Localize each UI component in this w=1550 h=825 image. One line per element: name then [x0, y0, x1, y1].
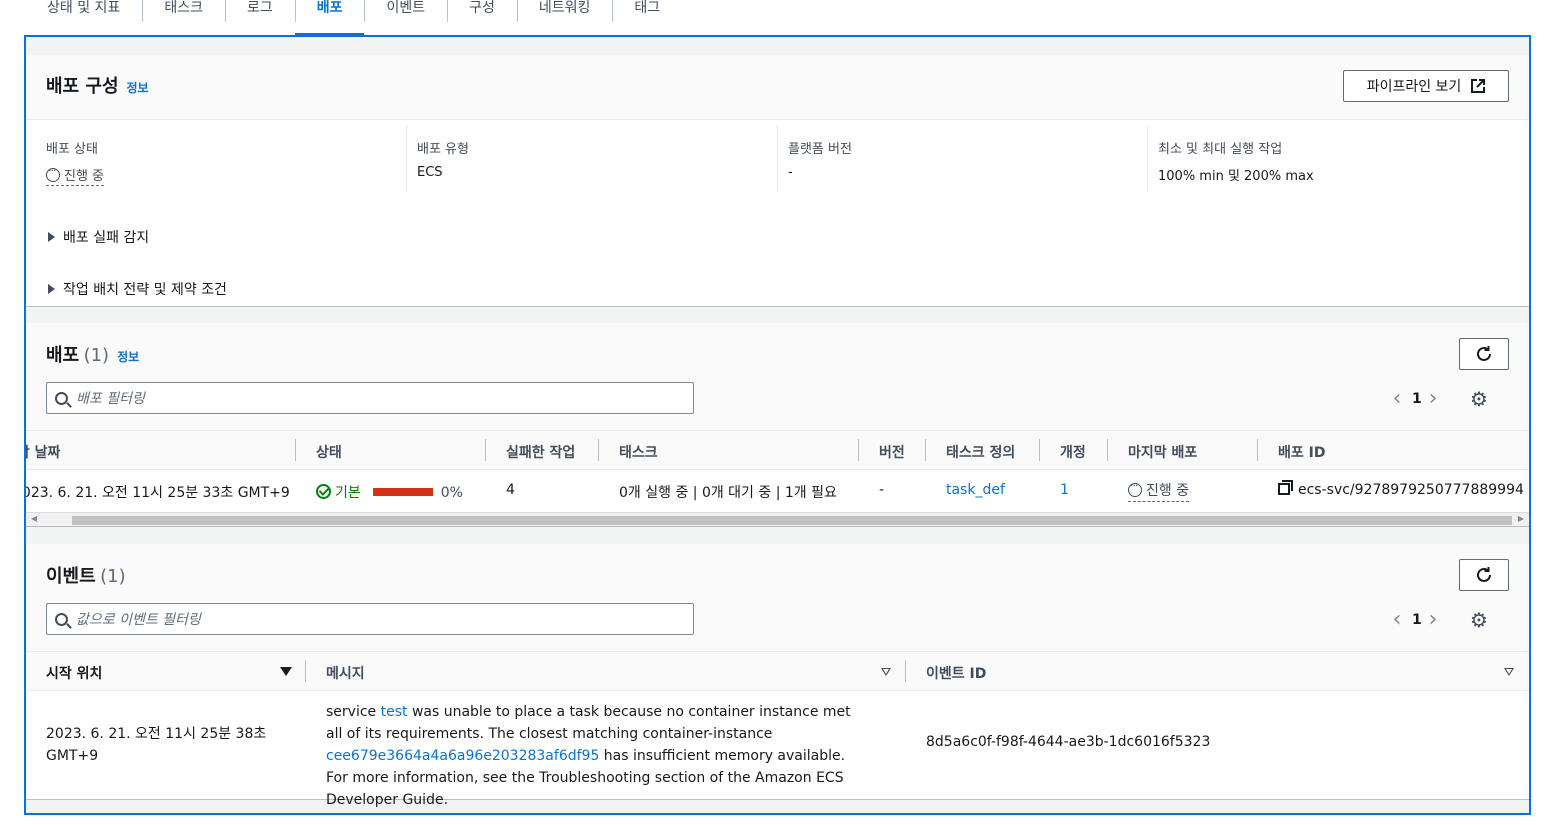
gear-icon[interactable]: ⚙: [1470, 387, 1488, 411]
refresh-icon: [1477, 567, 1491, 582]
tab-configuration[interactable]: 구성: [447, 0, 517, 36]
tab-events[interactable]: 이벤트: [364, 0, 447, 36]
event-filter-input[interactable]: 값으로 이벤트 필터링: [46, 603, 694, 635]
deployment-filter-input[interactable]: 배포 필터링: [46, 382, 694, 414]
scrollbar-thumb[interactable]: [72, 516, 1512, 525]
col-start-position[interactable]: 시작 위치: [46, 663, 102, 683]
placement-strategy-expander[interactable]: 작업 배치 전략 및 제약 조건: [48, 279, 227, 299]
tab-bar: 상태 및 지표 태스크 로그 배포 이벤트 구성 네트워킹 태그: [25, 0, 682, 36]
tab-logs[interactable]: 로그: [224, 0, 295, 36]
table-row: 2023. 6. 21. 오전 11시 25분 33초 GMT+9 기본 0% 4…: [26, 470, 1529, 512]
copy-icon[interactable]: [1278, 480, 1293, 495]
event-id-cell: 8d5a6c0f-f98f-4644-ae3b-1dc6016f5323: [926, 734, 1211, 750]
config-values: 배포 상태 진행 중 배포 유형 ECS 플랫폼 버전 - 최소 및 최대 실행…: [26, 119, 1529, 193]
col-message[interactable]: 메시지: [326, 663, 365, 683]
deployments-panel: 배포 (1) 정보 배포 필터링 ‹ 1 › ⚙ 시작 날짜 상태 실패한 작업 …: [26, 323, 1529, 527]
info-link[interactable]: 정보: [127, 81, 149, 95]
external-link-icon: [1471, 79, 1486, 93]
next-page-icon[interactable]: ›: [1418, 609, 1448, 631]
col-failed-tasks[interactable]: 실패한 작업: [506, 442, 575, 462]
tasks-cell: 0개 실행 중 | 0개 대기 중 | 1개 필요: [619, 485, 837, 501]
start-date-cell: 2023. 6. 21. 오전 11시 25분 33초 GMT+9: [24, 485, 290, 501]
event-start-cell: 2023. 6. 21. 오전 11시 25분 38초 GMT+9: [46, 726, 267, 764]
previous-page-icon[interactable]: ‹: [1382, 388, 1412, 410]
event-message-cell: service test was unable to place a task …: [326, 704, 851, 808]
deployments-count: (1): [83, 345, 110, 366]
in-progress-icon: [1128, 479, 1142, 497]
failed-tasks-cell: 4: [506, 482, 515, 498]
version-cell: -: [879, 482, 885, 498]
events-panel: 이벤트 (1) 값으로 이벤트 필터링 ‹ 1 › ⚙ 시작 위치 메시지 이벤…: [26, 544, 1529, 808]
platform-version: 플랫폼 버전 -: [788, 142, 852, 180]
col-event-id[interactable]: 이벤트 ID: [926, 663, 986, 683]
deployments-title: 배포: [46, 345, 80, 366]
deployment-status: 배포 상태 진행 중: [46, 138, 105, 186]
deployment-type: 배포 유형 ECS: [417, 142, 469, 180]
pagination: ‹ 1 › ⚙: [1382, 608, 1488, 632]
min-max-tasks: 최소 및 최대 실행 작업 100% min 및 200% max: [1158, 142, 1314, 184]
events-title: 이벤트: [46, 566, 96, 587]
events-table-header: 시작 위치 메시지 이벤트 ID: [26, 651, 1529, 691]
revision-link[interactable]: 1: [1060, 482, 1069, 498]
view-pipeline-button[interactable]: 파이프라인 보기: [1343, 70, 1509, 102]
refresh-icon: [1477, 346, 1491, 361]
rollout-progress-bar: [372, 488, 433, 496]
tab-tasks[interactable]: 태스크: [142, 0, 225, 36]
last-deployment-cell: 진행 중: [1128, 479, 1190, 502]
deployment-config-panel: 배포 구성 정보 파이프라인 보기 배포 상태 진행 중 배포 유형 ECS 플랫…: [26, 55, 1529, 307]
col-tasks[interactable]: 태스크: [619, 442, 658, 462]
gear-icon[interactable]: ⚙: [1470, 608, 1488, 632]
refresh-button[interactable]: [1459, 338, 1509, 370]
search-icon: [55, 612, 68, 626]
deployments-table-header: 시작 날짜 상태 실패한 작업 태스크 버전 태스크 정의 개정 마지막 배포 …: [26, 430, 1529, 470]
pagination: ‹ 1 › ⚙: [1382, 387, 1488, 411]
sort-icon[interactable]: [1504, 668, 1514, 676]
next-page-icon[interactable]: ›: [1418, 388, 1448, 410]
col-revision[interactable]: 개정: [1060, 442, 1086, 462]
tab-status-metrics[interactable]: 상태 및 지표: [25, 0, 142, 36]
events-count: (1): [100, 566, 126, 587]
previous-page-icon[interactable]: ‹: [1382, 609, 1412, 631]
tab-networking[interactable]: 네트워킹: [516, 0, 613, 36]
horizontal-scrollbar[interactable]: ◀ ▶: [26, 512, 1529, 526]
status-cell: 기본 0%: [316, 482, 463, 502]
panel-header: 배포 구성 정보 파이프라인 보기: [26, 55, 1529, 119]
sort-descending-icon[interactable]: [280, 667, 292, 676]
in-progress-icon: [46, 164, 60, 182]
refresh-button[interactable]: [1459, 559, 1509, 591]
tab-tags[interactable]: 태그: [612, 0, 682, 36]
col-deployment-id[interactable]: 배포 ID: [1278, 442, 1325, 462]
task-definition-link[interactable]: task_def: [946, 482, 1005, 498]
col-version[interactable]: 버전: [879, 442, 905, 462]
failure-detection-expander[interactable]: 배포 실패 감지: [48, 227, 149, 247]
tab-content-frame: 배포 구성정보 파이프라인 보기 배포 상태 진행 중 배포 유형 ECS 플랫…: [24, 35, 1531, 815]
service-link[interactable]: test: [381, 704, 408, 720]
deployment-id-cell: ecs-svc/9278979250777889994: [1278, 480, 1524, 498]
search-icon: [55, 391, 68, 405]
table-row: 2023. 6. 21. 오전 11시 25분 38초 GMT+9 servic…: [26, 691, 1529, 808]
in-progress-status[interactable]: 진행 중: [1128, 479, 1190, 502]
col-task-definition[interactable]: 태스크 정의: [946, 442, 1015, 462]
col-status[interactable]: 상태: [316, 442, 342, 462]
info-link[interactable]: 정보: [117, 350, 139, 364]
caret-right-icon: [48, 284, 55, 294]
in-progress-status[interactable]: 진행 중: [46, 164, 105, 186]
sort-icon[interactable]: [881, 668, 891, 676]
col-last-deployment[interactable]: 마지막 배포: [1128, 442, 1197, 462]
container-instance-link[interactable]: cee679e3664a4a6a96e203283af6df95: [326, 748, 599, 764]
page-title: 배포 구성: [46, 76, 119, 97]
view-pipeline-label: 파이프라인 보기: [1366, 79, 1462, 95]
col-start-date[interactable]: 시작 날짜: [26, 442, 60, 462]
tab-deployments[interactable]: 배포: [294, 0, 365, 36]
success-check-icon: [316, 484, 331, 499]
caret-right-icon: [48, 232, 55, 242]
